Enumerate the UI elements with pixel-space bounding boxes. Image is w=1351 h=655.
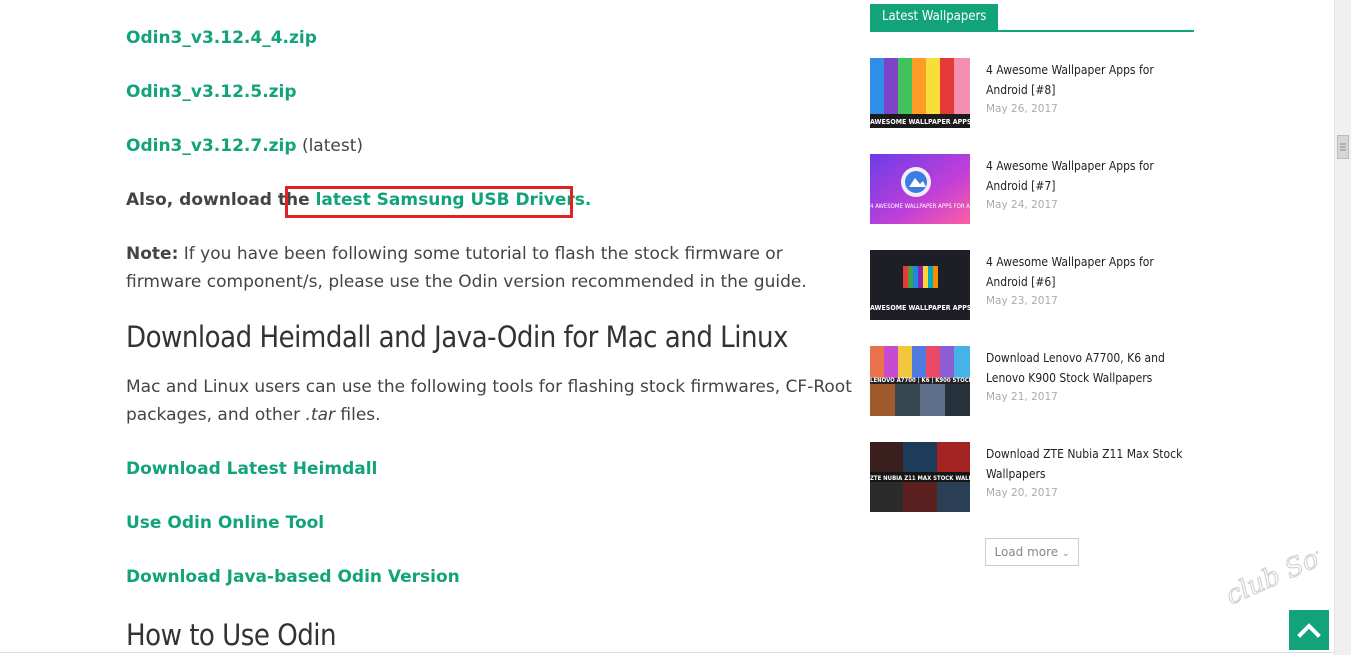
wallpaper-post[interactable]: ZTE NUBIA Z11 MAX STOCK WALLPAPERS Downl… [870,442,1194,512]
post-thumbnail[interactable]: LENOVO A7700 | K6 | K900 STOCK WALLPAPER… [870,346,970,416]
vertical-scrollbar[interactable] [1334,0,1351,655]
highlight-box [285,186,573,218]
java-odin-link[interactable]: Download Java-based Odin Version [126,567,460,587]
note-line-1: Note: If you have been following some tu… [126,240,783,268]
scroll-to-top-button[interactable] [1289,610,1329,650]
thumbnail-caption: AWESOME WALLPAPER APPS [870,304,970,312]
download-odin-3-12-5-link[interactable]: Odin3_v3.12.5.zip [126,82,297,102]
chevron-up-icon [1297,623,1321,638]
tar-extension: .tar [305,405,335,425]
watermark-text: club Sovet [1221,550,1318,611]
download-odin-3-12-4-link[interactable]: Odin3_v3.12.4_4.zip [126,28,317,48]
mac-linux-text-2b: files. [335,405,381,425]
odin-latest-line: Odin3_v3.12.7.zip (latest) [126,132,363,160]
sidebar-header: Latest Wallpapers [870,4,999,30]
post-title[interactable]: 4 Awesome Wallpaper Apps for Android [#6… [986,252,1196,292]
post-date: May 20, 2017 [986,487,1058,499]
usb-drivers-period: . [584,190,592,210]
latest-label: (latest) [301,136,364,156]
odin-online-tool-link[interactable]: Use Odin Online Tool [126,513,324,533]
thumbnail-caption: LENOVO A7700 | K6 | K900 STOCK WALLPAPER… [870,377,970,384]
post-thumbnail[interactable]: ZTE NUBIA Z11 MAX STOCK WALLPAPERS [870,442,970,512]
thumbnail-caption: AWESOME WALLPAPER APPS [870,118,970,126]
post-date: May 24, 2017 [986,199,1058,211]
thumbnail-caption: 4 AWESOME WALLPAPER APPS FOR ANDROID [870,203,970,210]
note-text-2: firmware component/s, please use the Odi… [126,272,807,292]
post-thumbnail[interactable]: 4 AWESOME WALLPAPER APPS FOR ANDROID [870,154,970,224]
mac-linux-text-2: packages, and other .tar files. [126,401,381,429]
sidebar-header-divider [870,30,1194,32]
chevron-down-icon: ⌄ [1061,549,1070,559]
thumbnail-image [870,154,970,224]
wallpaper-post[interactable]: AWESOME WALLPAPER APPS 4 Awesome Wallpap… [870,250,1194,320]
post-date: May 23, 2017 [986,295,1058,307]
download-heimdall-link[interactable]: Download Latest Heimdall [126,459,377,479]
wallpaper-post[interactable]: AWESOME WALLPAPER APPS 4 Awesome Wallpap… [870,58,1194,128]
download-odin-3-12-7-link[interactable]: Odin3_v3.12.7.zip [126,136,297,156]
post-title[interactable]: Download ZTE Nubia Z11 Max Stock Wallpap… [986,444,1196,484]
post-title[interactable]: 4 Awesome Wallpaper Apps for Android [#8… [986,60,1196,100]
post-date: May 21, 2017 [986,391,1058,403]
post-title[interactable]: 4 Awesome Wallpaper Apps for Android [#7… [986,156,1196,196]
post-thumbnail[interactable]: AWESOME WALLPAPER APPS [870,250,970,320]
post-title[interactable]: Download Lenovo A7700, K6 and Lenovo K90… [986,348,1196,388]
wallpaper-post[interactable]: LENOVO A7700 | K6 | K900 STOCK WALLPAPER… [870,346,1194,416]
wallpaper-post[interactable]: 4 AWESOME WALLPAPER APPS FOR ANDROID 4 A… [870,154,1194,224]
note-text-1: If you have been following some tutorial… [178,244,783,264]
thumbnail-caption: ZTE NUBIA Z11 MAX STOCK WALLPAPERS [870,475,970,482]
heading-heimdall: Download Heimdall and Java-Odin for Mac … [126,320,788,354]
mac-linux-text-1: Mac and Linux users can use the followin… [126,377,852,397]
heading-how-to-use-odin: How to Use Odin [126,618,337,652]
post-thumbnail[interactable]: AWESOME WALLPAPER APPS [870,58,970,128]
grip-icon [1340,143,1346,151]
scrollbar-thumb[interactable] [1337,135,1349,159]
load-more-button[interactable]: Load more ⌄ [985,538,1079,566]
load-more-label: Load more [994,545,1059,559]
bottom-divider [0,652,1334,653]
post-date: May 26, 2017 [986,103,1058,115]
mac-linux-text-2a: packages, and other [126,405,306,425]
note-label: Note: [126,244,179,264]
